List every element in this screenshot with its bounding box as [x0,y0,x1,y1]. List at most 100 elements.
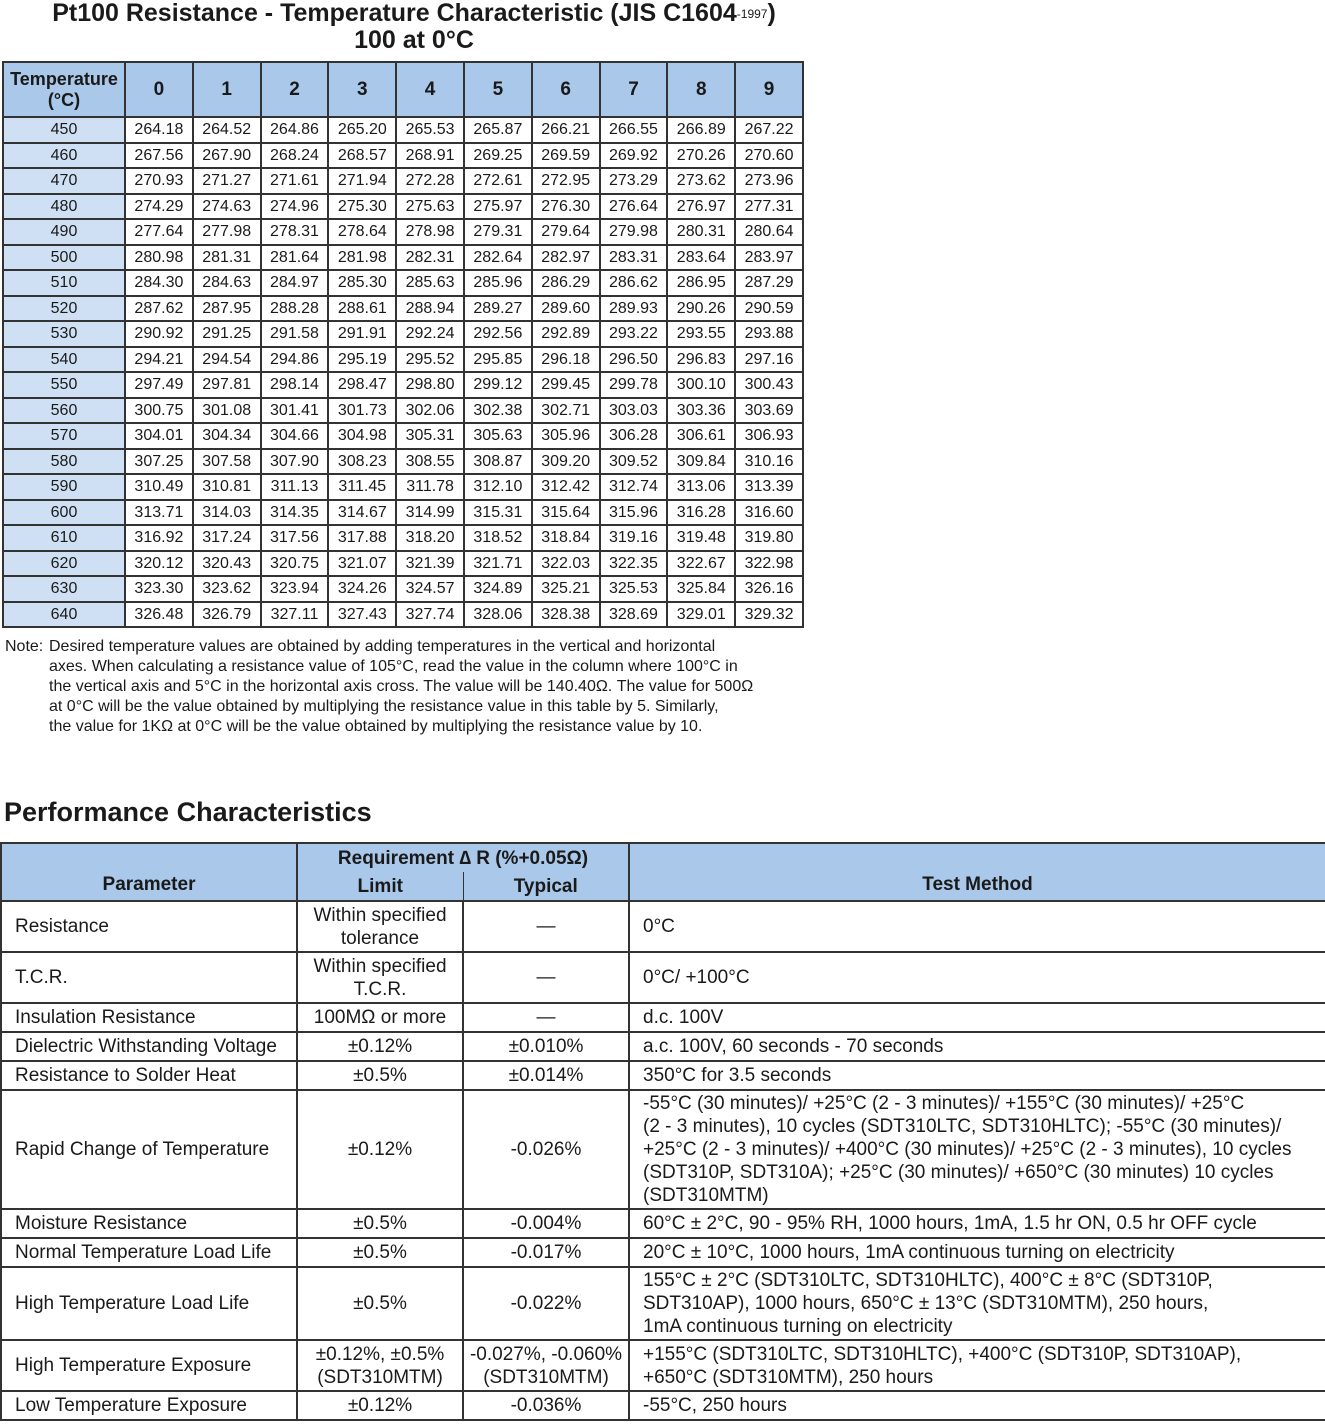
resistance-cell: 298.47 [327,371,398,399]
resistance-cell: 290.59 [734,294,804,322]
resistance-cell: 308.55 [395,447,465,475]
resistance-cell: 310.16 [734,447,804,475]
resistance-cell: 310.49 [124,473,194,501]
resistance-cell: 269.25 [462,141,533,169]
resistance-cell: 300.10 [666,371,737,399]
resistance-cell: 285.63 [395,269,465,297]
temperature-header-line-1: Temperature [10,68,118,89]
resistance-cell: 294.54 [191,345,262,373]
resistance-cell: 266.21 [530,116,601,144]
limit-line: (SDT310MTM) [317,1366,443,1388]
resistance-cell: 283.64 [666,243,737,271]
typical-line: -0.017% [510,1242,582,1263]
table-row: Low Temperature Exposure ±0.12% -0.036% -55… [0,1390,1325,1421]
typical-line: ±0.010% [508,1036,584,1057]
limit-line: ±0.12%, ±0.5% [315,1343,445,1365]
resistance-cell: 299.45 [530,371,601,399]
temperature-cell: 460 [2,141,126,169]
resistance-cell: 325.84 [666,575,737,603]
resistance-cell: 314.03 [191,498,262,526]
table-row: 570 304.01 304.34 304.66 304.98 305.31 305.63 3… [2,422,804,450]
temperature-cell: 480 [2,192,126,220]
resistance-cell: 293.88 [734,320,804,348]
parameter-cell: High Temperature Exposure [0,1339,298,1392]
resistance-cell: 291.91 [327,320,398,348]
resistance-table-body: 450 264.18 264.52 264.86 265.20 265.53 265.87 2… [2,116,804,628]
temperature-cell: 570 [2,422,126,450]
resistance-cell: 272.28 [395,167,465,195]
resistance-cell: 306.61 [666,422,737,450]
test-method-line: SDT310AP), 1000 hours, 650°C ± 13°C (SDT… [643,1293,1209,1314]
resistance-cell: 280.98 [124,243,194,271]
table-row: 610 316.92 317.24 317.56 317.88 318.20 318.52 3… [2,524,804,552]
resistance-cell: 324.57 [395,575,465,603]
resistance-cell: 270.93 [124,167,194,195]
temperature-cell: 500 [2,243,126,271]
resistance-cell: 301.08 [191,396,262,424]
resistance-cell: 312.42 [530,473,601,501]
resistance-cell: 289.93 [598,294,669,322]
resistance-cell: 276.97 [666,192,737,220]
resistance-cell: 317.24 [191,524,262,552]
resistance-cell: 282.97 [530,243,601,271]
resistance-cell: 271.27 [191,167,262,195]
typical-cell: -0.017% [462,1237,630,1268]
temperature-cell: 600 [2,498,126,526]
test-method-line: (2 - 3 minutes), 10 cycles (SDT310LTC, S… [643,1116,1282,1137]
typical-line: -0.027%, -0.060% [469,1343,623,1365]
column-header-2: 2 [259,61,330,118]
resistance-cell: 327.74 [395,600,465,628]
table-row: Rapid Change of Temperature ±0.12% -0.026%… [0,1089,1325,1210]
resistance-cell: 306.28 [598,422,669,450]
note-line: the value for 1KΩ at 0°C will be the val… [49,718,703,735]
resistance-cell: 290.92 [124,320,194,348]
resistance-cell: 321.39 [395,549,465,577]
parameter-cell: Dielectric Withstanding Voltage [0,1031,298,1062]
resistance-cell: 274.29 [124,192,194,220]
resistance-cell: 305.96 [530,422,601,450]
table-row: T.C.R. Within specified T.C.R. —0°C/ +100°C [0,951,1325,1004]
resistance-cell: 318.84 [530,524,601,552]
resistance-cell: 304.01 [124,422,194,450]
resistance-cell: 314.35 [259,498,330,526]
resistance-cell: 297.49 [124,371,194,399]
typical-line: — [536,1007,556,1028]
typical-line: — [536,916,556,937]
table-row: 480 274.29 274.63 274.96 275.30 275.63 275.97 2… [2,192,804,220]
resistance-cell: 319.48 [666,524,737,552]
resistance-cell: 286.95 [666,269,737,297]
table-row: 460 267.56 267.90 268.24 268.57 268.91 269.25 2… [2,141,804,169]
column-header-6: 6 [530,61,601,118]
title-line-2: 100 at 0°C [354,26,474,54]
parameter-cell: High Temperature Load Life [0,1266,298,1341]
test-method-cell: 0°C/ +100°C [628,951,1325,1004]
test-method-cell: 20°C ± 10°C, 1000 hours, 1mA continuous … [628,1237,1325,1268]
resistance-cell: 316.28 [666,498,737,526]
limit-line: ±0.12% [347,1395,413,1416]
resistance-cell: 277.64 [124,218,194,246]
resistance-cell: 302.71 [530,396,601,424]
resistance-cell: 306.93 [734,422,804,450]
parameter-cell: Normal Temperature Load Life [0,1237,298,1268]
resistance-cell: 320.75 [259,549,330,577]
resistance-cell: 314.67 [327,498,398,526]
note: Note: Desired temperature values are obt… [5,637,815,737]
limit-cell: ±0.12% [296,1390,464,1421]
resistance-cell: 290.26 [666,294,737,322]
table-row: 490 277.64 277.98 278.31 278.64 278.98 279.31 2… [2,218,804,246]
resistance-cell: 278.31 [259,218,330,246]
parameter-cell: Moisture Resistance [0,1208,298,1239]
resistance-cell: 268.57 [327,141,398,169]
resistance-cell: 292.89 [530,320,601,348]
resistance-cell: 311.13 [259,473,330,501]
limit-cell: Within specified tolerance [296,900,464,953]
resistance-cell: 316.92 [124,524,194,552]
temperature-cell: 630 [2,575,126,603]
test-method-cell: 60°C ± 2°C, 90 - 95% RH, 1000 hours, 1mA… [628,1208,1325,1239]
test-method-line: 0°C [643,916,675,937]
resistance-cell: 279.98 [598,218,669,246]
resistance-cell: 283.31 [598,243,669,271]
test-method-cell: -55°C, 250 hours [628,1390,1325,1421]
resistance-cell: 284.30 [124,269,194,297]
resistance-cell: 280.64 [734,218,804,246]
